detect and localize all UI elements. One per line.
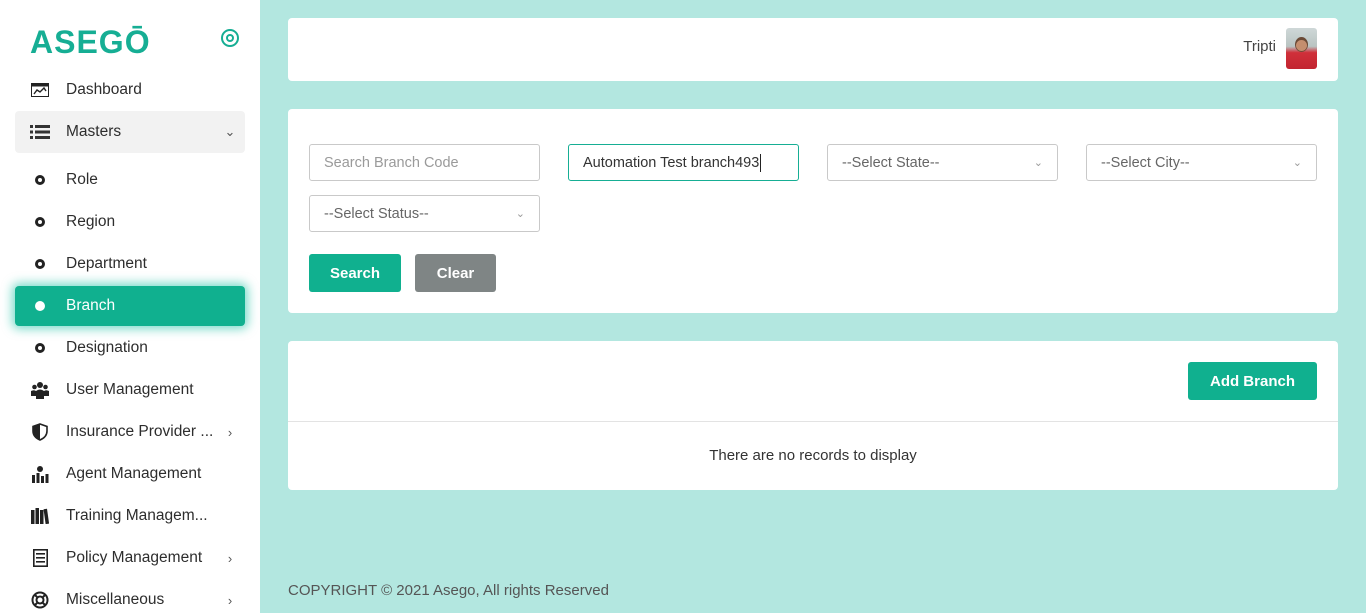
- sidebar-item-label: Training Managem...: [66, 507, 208, 524]
- sidebar-item-label: Insurance Provider ...: [66, 423, 214, 440]
- sidebar-item-user-management[interactable]: User Management: [15, 370, 245, 410]
- status-select-value: --Select Status--: [324, 205, 429, 222]
- bullet-icon: [29, 211, 51, 233]
- document-icon: [29, 547, 51, 569]
- shield-icon: [29, 421, 51, 443]
- search-button[interactable]: Search: [309, 254, 401, 292]
- sidebar-item-role[interactable]: Role: [15, 160, 245, 200]
- clear-button[interactable]: Clear: [415, 254, 496, 292]
- avatar[interactable]: [1286, 28, 1317, 69]
- sidebar-item-label: Agent Management: [66, 465, 202, 482]
- sidebar-item-label: User Management: [66, 381, 194, 398]
- sidebar-item-masters[interactable]: Masters ⌄: [15, 111, 245, 153]
- sidebar: ASEGŌ Dashboard Masters ⌄ Role Region De…: [0, 0, 260, 613]
- sidebar-item-insurance-provider[interactable]: Insurance Provider ... ›: [15, 412, 245, 452]
- status-select[interactable]: --Select Status-- ⌄: [309, 195, 540, 232]
- lifebuoy-icon: [29, 589, 51, 611]
- sidebar-item-label: Role: [66, 171, 98, 188]
- sidebar-item-designation[interactable]: Designation: [15, 328, 245, 368]
- bullet-icon: [29, 253, 51, 275]
- sidebar-item-department[interactable]: Department: [15, 244, 245, 284]
- sidebar-toggle-icon[interactable]: [220, 28, 240, 48]
- sidebar-item-training-management[interactable]: Training Managem...: [15, 496, 245, 536]
- sidebar-item-label: Policy Management: [66, 549, 203, 566]
- branch-code-input[interactable]: Search Branch Code: [309, 144, 540, 181]
- chevron-right-icon: ›: [227, 550, 233, 566]
- bullet-icon: [29, 295, 51, 317]
- text-caret: [760, 153, 762, 172]
- chevron-right-icon: ›: [227, 424, 233, 440]
- sidebar-item-label: Masters: [66, 123, 122, 140]
- chevron-down-icon: ⌄: [515, 208, 525, 220]
- agent-icon: [29, 463, 51, 485]
- top-header: Tripti: [288, 18, 1338, 81]
- brand-logo[interactable]: ASEGŌ: [30, 22, 245, 62]
- list-icon: [29, 121, 51, 143]
- bullet-icon: [29, 169, 51, 191]
- branch-name-input[interactable]: Automation Test branch493: [568, 144, 799, 181]
- sidebar-item-label: Branch: [66, 297, 116, 314]
- sidebar-item-branch[interactable]: Branch: [15, 286, 245, 326]
- sidebar-item-agent-management[interactable]: Agent Management: [15, 454, 245, 494]
- sidebar-item-label: Department: [66, 255, 147, 272]
- sidebar-item-miscellaneous[interactable]: Miscellaneous ›: [15, 580, 245, 613]
- divider: [288, 421, 1338, 422]
- users-icon: [29, 379, 51, 401]
- dashboard-icon: [29, 79, 51, 101]
- branch-code-placeholder: Search Branch Code: [324, 154, 459, 171]
- books-icon: [29, 505, 51, 527]
- empty-state-message: There are no records to display: [709, 447, 917, 464]
- logo-row: ASEGŌ: [30, 22, 245, 62]
- add-branch-button[interactable]: Add Branch: [1188, 362, 1317, 400]
- branch-name-value: Automation Test branch493: [583, 154, 760, 171]
- sidebar-item-dashboard[interactable]: Dashboard: [15, 70, 245, 110]
- state-select-value: --Select State--: [842, 154, 940, 171]
- avatar-face: [1296, 40, 1307, 51]
- bullet-icon: [29, 337, 51, 359]
- footer-copyright: COPYRIGHT © 2021 Asego, All rights Reser…: [288, 582, 609, 599]
- chevron-right-icon: ›: [227, 592, 233, 608]
- sidebar-item-region[interactable]: Region: [15, 202, 245, 242]
- sidebar-item-label: Region: [66, 213, 116, 230]
- user-name[interactable]: Tripti: [1243, 38, 1276, 55]
- sidebar-item-policy-management[interactable]: Policy Management ›: [15, 538, 245, 578]
- branch-list-panel: Add Branch There are no records to displ…: [288, 341, 1338, 490]
- chevron-down-icon: ⌄: [1033, 157, 1043, 169]
- sidebar-item-label: Dashboard: [66, 81, 142, 98]
- filter-panel: Search Branch Code Automation Test branc…: [288, 109, 1338, 313]
- city-select[interactable]: --Select City-- ⌄: [1086, 144, 1317, 181]
- sidebar-item-label: Miscellaneous: [66, 591, 165, 608]
- chevron-down-icon: ⌄: [1292, 157, 1302, 169]
- sidebar-item-label: Designation: [66, 339, 148, 356]
- state-select[interactable]: --Select State-- ⌄: [827, 144, 1058, 181]
- city-select-value: --Select City--: [1101, 154, 1190, 171]
- chevron-down-icon: ⌄: [224, 124, 236, 139]
